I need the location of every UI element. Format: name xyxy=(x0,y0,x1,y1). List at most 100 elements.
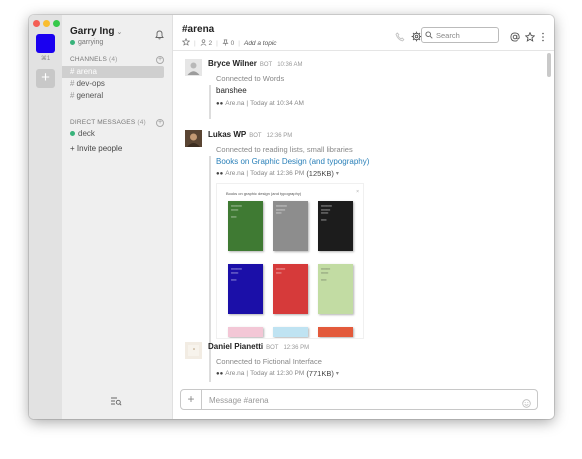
quick-switcher-icon[interactable] xyxy=(110,393,122,411)
message-time[interactable]: 10:36 AM xyxy=(277,62,302,68)
workspace-shortcut: ⌘1 xyxy=(40,56,51,62)
attachment-footer: ●● Are.na | Today at 12:30 PM (771KB) ▾ xyxy=(216,369,339,378)
footer-source: Are.na xyxy=(225,170,245,177)
attach-button[interactable]: + xyxy=(181,390,202,409)
attachment-text: banshee xyxy=(216,86,247,95)
attachment-pretext: Connected to Words xyxy=(216,74,285,83)
app-window: ⌘1 + Garry Ing ⌄ garrying CHANNELS (4) + #… xyxy=(29,15,554,419)
message: Daniel Pianetti BOT 12:36 PM Connected to … xyxy=(173,336,546,382)
channels-count: (4) xyxy=(109,56,118,63)
book-cover: ━━━━━ ━━━━ ━━━ xyxy=(318,264,353,314)
attachment-bar xyxy=(209,85,211,119)
mentions-icon[interactable] xyxy=(510,29,520,47)
workspace-tile[interactable] xyxy=(36,34,55,53)
zoom-window-button[interactable] xyxy=(53,20,60,27)
caret-down-icon[interactable]: ▾ xyxy=(336,370,339,377)
message-list: Bryce Wilner BOT 10:36 AM Connected to Wor… xyxy=(173,51,546,382)
invite-people-button[interactable]: + Invite people xyxy=(70,144,122,153)
book-cover: ━━━━━━ ━━━━━ ━━━━ ━━━ xyxy=(318,201,353,251)
author-name[interactable]: Bryce Wilner xyxy=(208,59,257,68)
attachment-bar xyxy=(209,368,211,382)
sidebar-item-arena[interactable]: # arena xyxy=(62,66,164,78)
message-author: Bryce Wilner BOT 10:36 AM xyxy=(208,59,303,68)
channels-header[interactable]: CHANNELS (4) xyxy=(70,56,118,63)
members-count[interactable]: 2 xyxy=(200,39,212,47)
add-channel-icon[interactable]: + xyxy=(156,56,164,64)
file-size: (771KB) xyxy=(306,369,334,378)
pins-count-value: 0 xyxy=(230,40,235,47)
dm-header-label: DIRECT MESSAGES xyxy=(70,119,136,126)
add-workspace-button[interactable]: + xyxy=(36,69,55,88)
channel-label: arena xyxy=(76,67,97,76)
caret-down-icon[interactable]: ▾ xyxy=(336,170,339,177)
add-topic-link[interactable]: Add a topic xyxy=(244,40,277,47)
sidebar: Garry Ing ⌄ garrying CHANNELS (4) + # arena… xyxy=(62,15,173,419)
presence-dot-icon xyxy=(70,131,75,136)
author-name[interactable]: Daniel Pianetti xyxy=(208,342,263,351)
search-placeholder: Search xyxy=(436,31,460,40)
sidebar-item-deck[interactable]: deck xyxy=(62,128,164,140)
person-icon xyxy=(200,39,207,46)
star-icon[interactable] xyxy=(181,37,191,48)
message-composer[interactable]: + Message #arena xyxy=(180,389,538,410)
dm-count: (4) xyxy=(137,119,146,126)
more-menu-icon[interactable] xyxy=(541,29,545,47)
attachment-footer: ●● Are.na | Today at 12:36 PM (125KB) ▾ xyxy=(216,169,339,178)
message-author: Daniel Pianetti BOT 12:36 PM xyxy=(208,342,309,351)
avatar[interactable] xyxy=(185,130,202,147)
bot-badge: BOT xyxy=(249,133,262,139)
dm-header[interactable]: DIRECT MESSAGES (4) xyxy=(70,119,146,126)
pin-icon xyxy=(222,39,229,46)
book-cover: ━━━━━━ ━━━━ ━━━ xyxy=(228,201,263,251)
footer-source: Are.na xyxy=(225,100,245,107)
message-input[interactable]: Message #arena xyxy=(209,396,269,405)
book-cover: ━━━━━━ ━━━━━ ━━━ xyxy=(273,201,308,251)
image-preview[interactable]: Books on graphic design (and typography)… xyxy=(216,183,364,339)
add-dm-icon[interactable]: + xyxy=(156,119,164,127)
minimize-window-button[interactable] xyxy=(43,20,50,27)
arena-logo-icon: ●● xyxy=(216,100,224,107)
message-time[interactable]: 12:36 PM xyxy=(267,133,293,139)
main-pane: #arena | 2 | 0 | Add a topic Search Bryc… xyxy=(173,15,554,419)
avatar[interactable] xyxy=(185,59,202,76)
hash-icon: # xyxy=(70,79,75,88)
phone-icon[interactable] xyxy=(395,29,405,47)
arena-logo-icon: ●● xyxy=(216,370,224,377)
footer-time: Today at 10:34 AM xyxy=(250,100,304,107)
emoji-icon[interactable] xyxy=(522,395,531,413)
presence-dot-icon xyxy=(70,40,75,45)
channel-label: dev-ops xyxy=(76,79,105,88)
pins-count[interactable]: 0 xyxy=(222,39,234,47)
team-name: Garry Ing xyxy=(70,26,115,37)
hash-icon: # xyxy=(70,91,75,100)
team-menu[interactable]: Garry Ing ⌄ xyxy=(70,26,122,37)
workspace-rail: ⌘1 + xyxy=(29,15,62,419)
footer-time: Today at 12:36 PM xyxy=(250,170,305,177)
close-icon: × xyxy=(356,189,359,195)
book-cover: ━━━━━━ ━━━━ ━━━ xyxy=(228,264,263,314)
message-author: Lukas WP BOT 12:36 PM xyxy=(208,130,292,139)
sidebar-item-dev-ops[interactable]: # dev-ops xyxy=(62,78,164,90)
attachment-title-link[interactable]: Books on Graphic Design (and typography) xyxy=(216,157,369,166)
avatar[interactable] xyxy=(185,342,202,359)
message: Bryce Wilner BOT 10:36 AM Connected to Wor… xyxy=(173,51,546,121)
search-icon xyxy=(425,31,433,39)
close-window-button[interactable] xyxy=(33,20,40,27)
messages-scrollbar[interactable] xyxy=(547,53,551,77)
current-user: garrying xyxy=(70,39,103,46)
message-time[interactable]: 12:36 PM xyxy=(283,345,309,351)
search-input[interactable]: Search xyxy=(421,27,499,43)
sidebar-item-general[interactable]: # general xyxy=(62,90,164,102)
footer-time: Today at 12:30 PM xyxy=(250,370,305,377)
book-cover: ━━━━━ ━━━ xyxy=(273,264,308,314)
hash-icon: # xyxy=(70,67,75,76)
author-name[interactable]: Lukas WP xyxy=(208,130,246,139)
channel-header: #arena | 2 | 0 | Add a topic Search xyxy=(173,15,554,51)
chevron-down-icon: ⌄ xyxy=(116,29,123,36)
bell-icon[interactable] xyxy=(155,27,164,45)
channel-title[interactable]: #arena xyxy=(182,24,214,35)
bot-badge: BOT xyxy=(266,345,279,351)
attachment-pretext: Connected to reading lists, small librar… xyxy=(216,145,353,154)
starred-items-icon[interactable] xyxy=(524,29,536,47)
attachment-pretext: Connected to Fictional Interface xyxy=(216,357,322,366)
